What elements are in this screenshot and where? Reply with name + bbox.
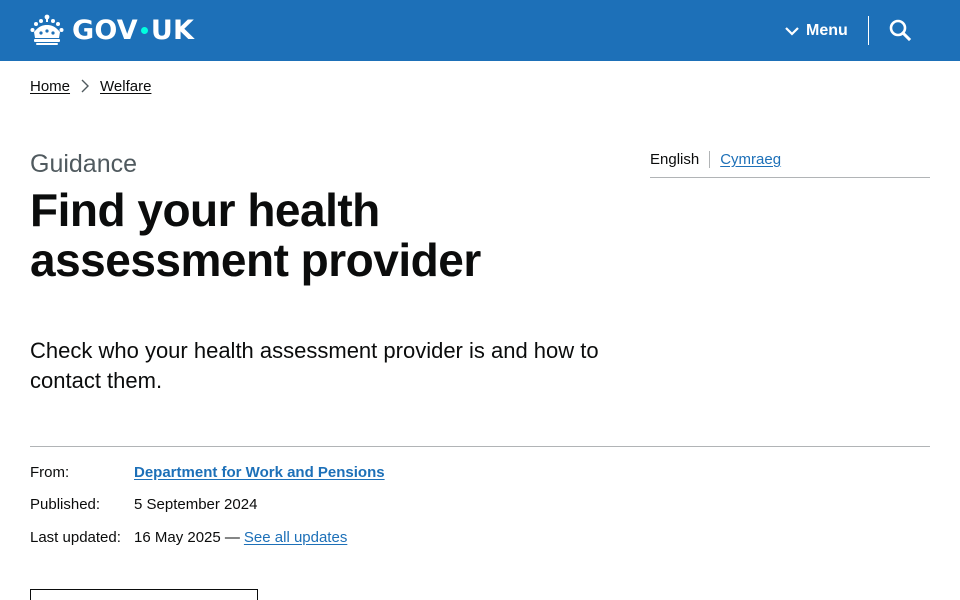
breadcrumb-welfare-link[interactable]: Welfare xyxy=(100,78,151,95)
metadata-updated-label: Last updated: xyxy=(30,528,121,546)
chevron-right-icon xyxy=(81,79,90,93)
metadata-from-link[interactable]: Department for Work and Pensions xyxy=(134,464,385,481)
metadata-published-row: Published: 5 September 2024 xyxy=(30,493,257,515)
language-current: English xyxy=(650,151,700,168)
search-button[interactable] xyxy=(888,18,912,42)
page-caption: Guidance xyxy=(30,150,138,178)
page-title: Find your health assessment provider xyxy=(30,184,481,286)
breadcrumb: Home Welfare xyxy=(30,76,151,96)
metadata-published-label: Published: xyxy=(30,495,101,513)
govuk-logo-link[interactable]: GOV UK xyxy=(30,12,194,48)
metadata-published-value: 5 September 2024 xyxy=(134,495,258,513)
logo-dot xyxy=(140,26,148,34)
metadata-from-row: From: Department for Work and Pensions xyxy=(30,461,385,483)
header-divider xyxy=(868,16,869,45)
chevron-down-icon xyxy=(785,27,799,36)
metadata-updated-row: Last updated: 16 May 2025 — See all upda… xyxy=(30,526,347,548)
logo-text-right: UK xyxy=(150,14,195,46)
see-all-updates-link[interactable]: See all updates xyxy=(244,529,347,546)
metadata-updated-value: 16 May 2025 — xyxy=(134,528,240,546)
lead-paragraph: Check who your health assessment provide… xyxy=(30,338,599,393)
crown-icon xyxy=(30,14,64,45)
contents-box-partial xyxy=(30,589,258,600)
search-icon xyxy=(889,19,912,42)
language-cymraeg-link[interactable]: Cymraeg xyxy=(710,150,781,170)
site-header: GOV UK Menu xyxy=(0,0,960,61)
menu-label: Menu xyxy=(806,22,848,39)
breadcrumb-home-link[interactable]: Home xyxy=(30,78,70,95)
language-switcher: English Cymraeg xyxy=(650,150,930,178)
logo-text-left: GOV xyxy=(72,14,138,46)
logo-wordmark: GOV UK xyxy=(72,15,194,46)
menu-button[interactable]: Menu xyxy=(784,18,848,44)
metadata-from-label: From: xyxy=(30,463,70,481)
metadata-divider xyxy=(30,446,930,447)
